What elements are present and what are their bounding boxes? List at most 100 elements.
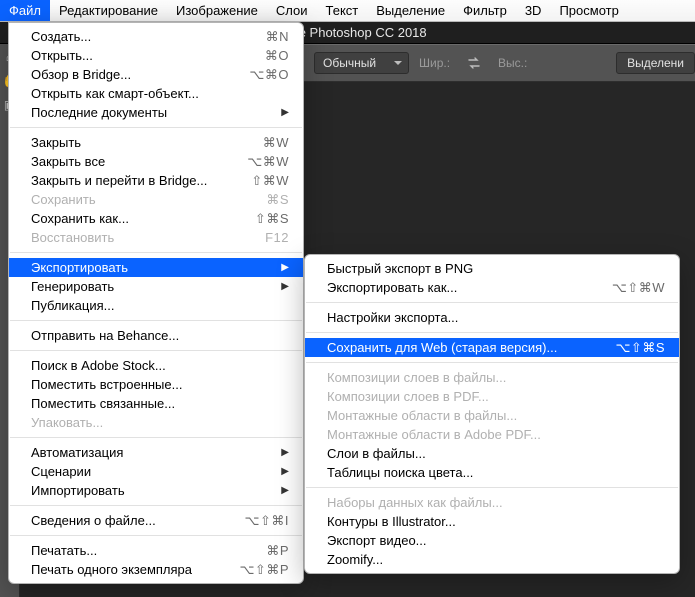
export-submenu-item[interactable]: Таблицы поиска цвета... [305, 463, 679, 482]
menu-item-label: Композиции слоев в файлы... [327, 370, 665, 385]
menu-item-label: Сохранить [31, 192, 266, 207]
height-label: Выс.: [498, 56, 527, 70]
file-menu-item[interactable]: Последние документы▶ [9, 103, 303, 122]
export-submenu-separator [306, 362, 678, 363]
file-menu-item[interactable]: Создать...⌘N [9, 27, 303, 46]
menu-item-label: Наборы данных как файлы... [327, 495, 665, 510]
menu-item-label: Печать одного экземпляра [31, 562, 239, 577]
menu-item-label: Поместить встроенные... [31, 377, 289, 392]
export-submenu-item[interactable]: Zoomify... [305, 550, 679, 569]
menu-item-shortcut: ⌥⇧⌘S [615, 340, 665, 356]
swap-icon[interactable] [460, 52, 488, 74]
file-menu-item[interactable]: Поиск в Adobe Stock... [9, 356, 303, 375]
file-menu-item[interactable]: Печатать...⌘P [9, 541, 303, 560]
menu-item-label: Экспортировать [31, 260, 273, 275]
menu-item-label: Публикация... [31, 298, 289, 313]
file-menu-item[interactable]: Закрыть все⌥⌘W [9, 152, 303, 171]
menu-item-label: Экспорт видео... [327, 533, 665, 548]
menubar-item[interactable]: Редактирование [50, 0, 167, 21]
menu-item-label: Монтажные области в Adobe PDF... [327, 427, 665, 442]
menu-item-label: Импортировать [31, 483, 273, 498]
export-submenu-item[interactable]: Быстрый экспорт в PNG [305, 259, 679, 278]
menu-item-label: Монтажные области в файлы... [327, 408, 665, 423]
file-menu-item[interactable]: Автоматизация▶ [9, 443, 303, 462]
file-menu-item[interactable]: Поместить связанные... [9, 394, 303, 413]
menu-item-label: Сценарии [31, 464, 273, 479]
select-button-label: Выделени [627, 56, 684, 70]
menu-item-label: Последние документы [31, 105, 273, 120]
menu-item-shortcut: ⌘W [263, 135, 289, 151]
export-submenu-item: Монтажные области в Adobe PDF... [305, 425, 679, 444]
menu-item-label: Экспортировать как... [327, 280, 612, 295]
menu-item-label: Обзор в Bridge... [31, 67, 249, 82]
menu-item-shortcut: ⌘S [266, 192, 289, 208]
menubar: ФайлРедактированиеИзображениеСлоиТекстВы… [0, 0, 695, 22]
menu-item-shortcut: ⌥⌘W [247, 154, 289, 170]
menu-item-shortcut: ⌘P [266, 543, 289, 559]
menu-item-label: Быстрый экспорт в PNG [327, 261, 665, 276]
blend-mode-dropdown[interactable]: Обычный [314, 52, 409, 74]
menu-item-label: Zoomify... [327, 552, 665, 567]
menubar-item[interactable]: Текст [317, 0, 368, 21]
menubar-item[interactable]: Слои [267, 0, 317, 21]
export-submenu-separator [306, 302, 678, 303]
menu-item-label: Открыть как смарт-объект... [31, 86, 289, 101]
file-menu-item[interactable]: Сведения о файле...⌥⇧⌘I [9, 511, 303, 530]
export-submenu-item: Композиции слоев в PDF... [305, 387, 679, 406]
menu-item-shortcut: ⌘N [266, 29, 289, 45]
blend-mode-value: Обычный [323, 56, 376, 70]
menu-item-label: Контуры в Illustrator... [327, 514, 665, 529]
menu-item-label: Сохранить как... [31, 211, 255, 226]
menu-item-label: Автоматизация [31, 445, 273, 460]
menubar-item[interactable]: Файл [0, 0, 50, 21]
menu-item-label: Слои в файлы... [327, 446, 665, 461]
menubar-item[interactable]: Фильтр [454, 0, 516, 21]
file-menu-item: Упаковать... [9, 413, 303, 432]
chevron-right-icon: ▶ [281, 281, 289, 292]
menu-item-shortcut: ⌥⇧⌘W [612, 280, 665, 296]
file-menu-item[interactable]: Обзор в Bridge...⌥⌘O [9, 65, 303, 84]
menubar-item[interactable]: 3D [516, 0, 551, 21]
export-submenu-item[interactable]: Контуры в Illustrator... [305, 512, 679, 531]
file-menu-separator [10, 252, 302, 253]
menu-item-shortcut: ⌘O [265, 48, 289, 64]
file-menu: Создать...⌘NОткрыть...⌘OОбзор в Bridge..… [8, 22, 304, 584]
file-menu-item[interactable]: Закрыть и перейти в Bridge...⇧⌘W [9, 171, 303, 190]
export-submenu-item[interactable]: Настройки экспорта... [305, 308, 679, 327]
select-button[interactable]: Выделени [616, 52, 695, 74]
export-submenu-item: Композиции слоев в файлы... [305, 368, 679, 387]
file-menu-item[interactable]: Отправить на Behance... [9, 326, 303, 345]
menu-item-label: Открыть... [31, 48, 265, 63]
menu-item-label: Таблицы поиска цвета... [327, 465, 665, 480]
file-menu-item[interactable]: Публикация... [9, 296, 303, 315]
menubar-item[interactable]: Выделение [367, 0, 454, 21]
export-submenu-item[interactable]: Экспорт видео... [305, 531, 679, 550]
file-menu-item: ВосстановитьF12 [9, 228, 303, 247]
file-menu-item[interactable]: Импортировать▶ [9, 481, 303, 500]
menubar-item[interactable]: Изображение [167, 0, 267, 21]
menu-item-shortcut: ⌥⇧⌘P [239, 562, 289, 578]
export-submenu-separator [306, 332, 678, 333]
file-menu-separator [10, 535, 302, 536]
menu-item-label: Закрыть все [31, 154, 247, 169]
export-submenu-item[interactable]: Экспортировать как...⌥⇧⌘W [305, 278, 679, 297]
export-submenu-item[interactable]: Слои в файлы... [305, 444, 679, 463]
export-submenu: Быстрый экспорт в PNG Экспортировать как.… [304, 254, 680, 574]
file-menu-item: Сохранить⌘S [9, 190, 303, 209]
file-menu-item[interactable]: Открыть как смарт-объект... [9, 84, 303, 103]
menu-item-label: Сохранить для Web (старая версия)... [327, 340, 615, 355]
menubar-item[interactable]: Просмотр [550, 0, 627, 21]
export-submenu-item[interactable]: Сохранить для Web (старая версия)...⌥⇧⌘S [305, 338, 679, 357]
file-menu-item[interactable]: Открыть...⌘O [9, 46, 303, 65]
file-menu-item[interactable]: Закрыть⌘W [9, 133, 303, 152]
file-menu-item[interactable]: Генерировать▶ [9, 277, 303, 296]
file-menu-separator [10, 320, 302, 321]
menu-item-label: Закрыть [31, 135, 263, 150]
file-menu-item[interactable]: Печать одного экземпляра⌥⇧⌘P [9, 560, 303, 579]
file-menu-item[interactable]: Экспортировать▶ [9, 258, 303, 277]
file-menu-item[interactable]: Сценарии▶ [9, 462, 303, 481]
file-menu-item[interactable]: Сохранить как...⇧⌘S [9, 209, 303, 228]
file-menu-item[interactable]: Поместить встроенные... [9, 375, 303, 394]
file-menu-separator [10, 505, 302, 506]
menu-item-label: Упаковать... [31, 415, 289, 430]
